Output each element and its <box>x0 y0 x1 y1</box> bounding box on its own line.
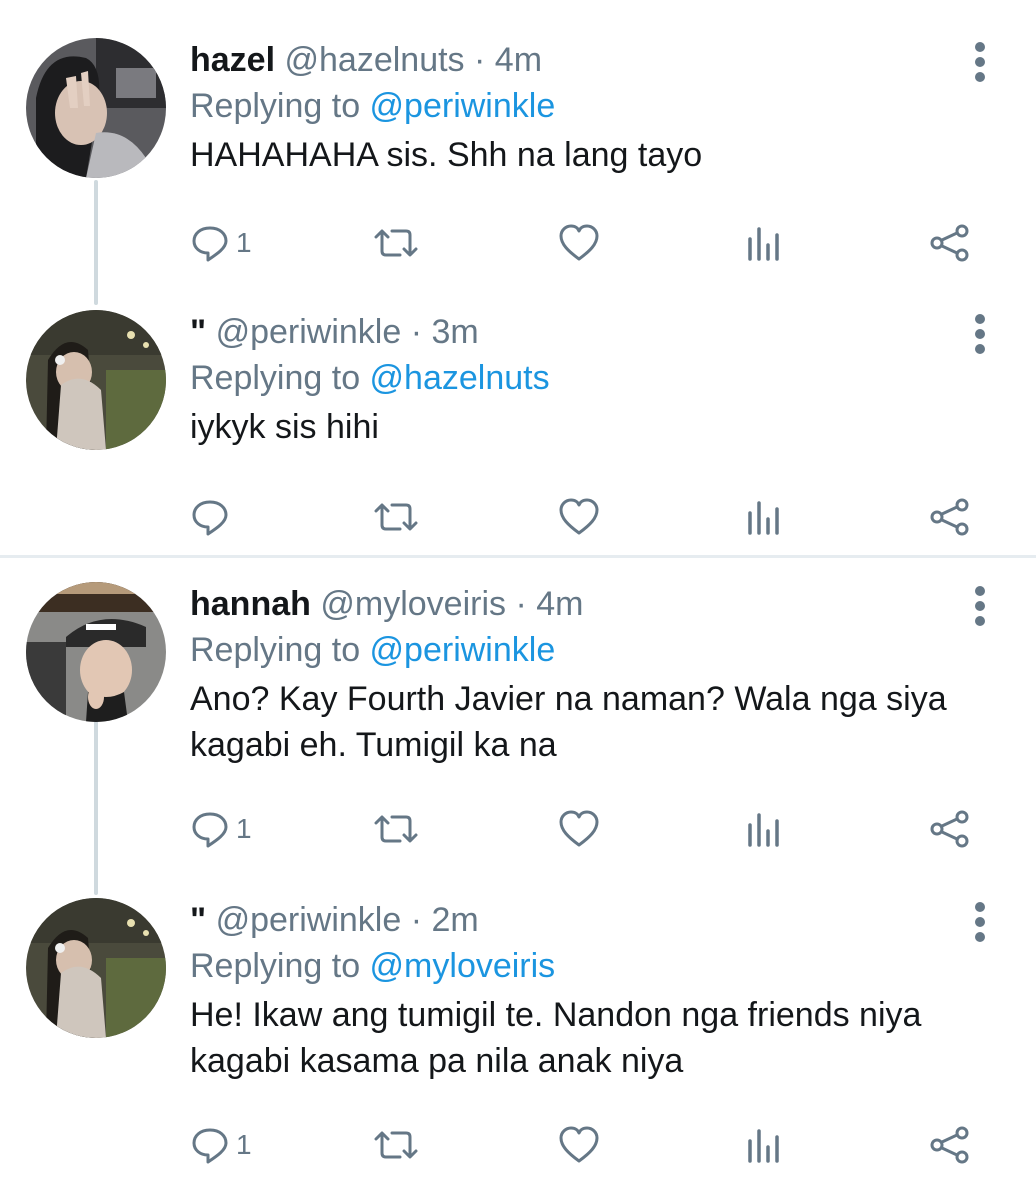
analytics-button[interactable] <box>746 1120 782 1170</box>
analytics-button[interactable] <box>746 218 782 268</box>
timestamp[interactable]: 3m <box>432 313 479 351</box>
mention-link[interactable]: @hazelnuts <box>370 359 550 397</box>
tweet-actions <box>0 492 1036 542</box>
share-button[interactable] <box>928 218 972 268</box>
reply-button[interactable]: 1 <box>190 804 252 854</box>
bar-chart-icon <box>746 497 782 537</box>
tweet-actions: 1 <box>0 218 1036 268</box>
share-icon <box>928 1125 972 1165</box>
like-button[interactable] <box>558 218 600 268</box>
retweet-button[interactable] <box>372 1120 420 1170</box>
more-options-icon[interactable] <box>962 312 998 356</box>
tweet-actions: 1 <box>0 804 1036 854</box>
tweet[interactable]: hazel @hazelnuts · 4m Replying to @periw… <box>0 38 1036 278</box>
tweet-actions: 1 <box>0 1120 1036 1170</box>
bar-chart-icon <box>746 1125 782 1165</box>
retweet-icon <box>372 497 420 537</box>
speech-bubble-icon <box>190 497 230 537</box>
speech-bubble-icon <box>190 809 230 849</box>
tweet-text: Ano? Kay Fourth Javier na naman? Wala ng… <box>190 680 947 764</box>
avatar[interactable] <box>26 38 166 178</box>
reply-count: 1 <box>236 1129 252 1160</box>
more-options-icon[interactable] <box>962 584 998 628</box>
more-options-icon[interactable] <box>962 900 998 944</box>
display-name[interactable]: hannah <box>190 585 311 623</box>
retweet-icon <box>372 809 420 849</box>
share-button[interactable] <box>928 1120 972 1170</box>
replying-to: Replying to @hazelnuts <box>190 356 550 400</box>
heart-icon <box>558 1125 600 1165</box>
retweet-button[interactable] <box>372 492 420 542</box>
share-button[interactable] <box>928 804 972 854</box>
share-icon <box>928 497 972 537</box>
speech-bubble-icon <box>190 1125 230 1165</box>
timestamp[interactable]: 2m <box>432 901 479 939</box>
share-icon <box>928 809 972 849</box>
separator: · <box>410 901 423 939</box>
tweet-header: " @periwinkle · 3m <box>190 310 479 354</box>
display-name[interactable]: " <box>190 313 206 351</box>
display-name[interactable]: " <box>190 901 206 939</box>
conversation-divider <box>0 555 1036 558</box>
tweet-header: hannah @myloveiris · 4m <box>190 582 583 626</box>
bar-chart-icon <box>746 809 782 849</box>
avatar[interactable] <box>26 582 166 722</box>
share-button[interactable] <box>928 492 972 542</box>
replying-to: Replying to @myloveiris <box>190 944 555 988</box>
like-button[interactable] <box>558 492 600 542</box>
tweet-text: HAHAHAHA sis. Shh na lang tayo <box>190 136 703 174</box>
tweet-header: " @periwinkle · 2m <box>190 898 479 942</box>
like-button[interactable] <box>558 804 600 854</box>
speech-bubble-icon <box>190 223 230 263</box>
reply-count: 1 <box>236 227 252 258</box>
retweet-button[interactable] <box>372 218 420 268</box>
user-handle[interactable]: @periwinkle <box>216 901 402 939</box>
share-icon <box>928 223 972 263</box>
user-handle[interactable]: @myloveiris <box>320 585 506 623</box>
user-handle[interactable]: @hazelnuts <box>285 41 465 79</box>
display-name[interactable]: hazel <box>190 41 275 79</box>
replying-to-label: Replying to <box>190 947 370 985</box>
tweet[interactable]: " @periwinkle · 3m Replying to @hazelnut… <box>0 310 1036 550</box>
separator: · <box>410 313 423 351</box>
analytics-button[interactable] <box>746 492 782 542</box>
tweet-header: hazel @hazelnuts · 4m <box>190 38 542 82</box>
avatar[interactable] <box>26 310 166 450</box>
replying-to: Replying to @periwinkle <box>190 628 555 672</box>
replying-to-label: Replying to <box>190 87 370 125</box>
retweet-button[interactable] <box>372 804 420 854</box>
avatar[interactable] <box>26 898 166 1038</box>
heart-icon <box>558 223 600 263</box>
heart-icon <box>558 809 600 849</box>
user-handle[interactable]: @periwinkle <box>216 313 402 351</box>
reply-button[interactable]: 1 <box>190 218 252 268</box>
replying-to-label: Replying to <box>190 359 370 397</box>
analytics-button[interactable] <box>746 804 782 854</box>
bar-chart-icon <box>746 223 782 263</box>
tweet-text: iykyk sis hihi <box>190 408 379 446</box>
tweet[interactable]: " @periwinkle · 2m Replying to @myloveir… <box>0 898 1036 1188</box>
mention-link[interactable]: @periwinkle <box>370 631 556 669</box>
timestamp[interactable]: 4m <box>495 41 542 79</box>
reply-button[interactable] <box>190 492 236 542</box>
reply-count: 1 <box>236 813 252 844</box>
replying-to-label: Replying to <box>190 631 370 669</box>
like-button[interactable] <box>558 1120 600 1170</box>
timestamp[interactable]: 4m <box>536 585 583 623</box>
tweet-text: He! Ikaw ang tumigil te. Nandon nga frie… <box>190 996 922 1080</box>
retweet-icon <box>372 1125 420 1165</box>
mention-link[interactable]: @myloveiris <box>370 947 556 985</box>
more-options-icon[interactable] <box>962 40 998 84</box>
separator: · <box>474 41 486 79</box>
mention-link[interactable]: @periwinkle <box>370 87 556 125</box>
tweet[interactable]: hannah @myloveiris · 4m Replying to @per… <box>0 582 1036 872</box>
separator: · <box>515 585 527 623</box>
replying-to: Replying to @periwinkle <box>190 84 555 128</box>
reply-button[interactable]: 1 <box>190 1120 252 1170</box>
heart-icon <box>558 497 600 537</box>
retweet-icon <box>372 223 420 263</box>
